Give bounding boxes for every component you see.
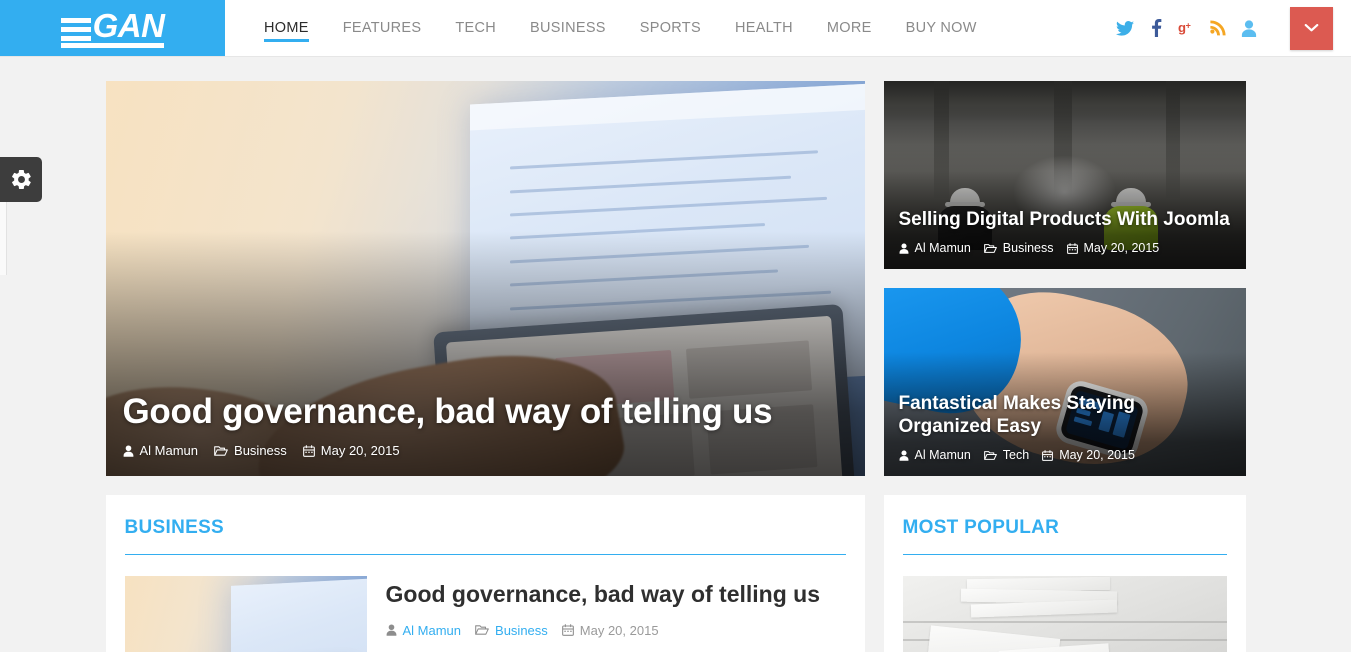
calendar-icon bbox=[1066, 242, 1078, 254]
business-article-body: Good governance, bad way of telling us A… bbox=[386, 576, 846, 652]
most-popular-heading: MOST POPULAR bbox=[902, 517, 1227, 555]
hero-caption: Good governance, bad way of telling us A… bbox=[106, 392, 865, 458]
settings-toggle-button[interactable] bbox=[0, 157, 42, 202]
business-article-thumbnail[interactable] bbox=[124, 576, 367, 652]
user-icon bbox=[386, 624, 396, 636]
hero-featured-article[interactable]: Good governance, bad way of telling us A… bbox=[105, 81, 865, 476]
twitter-icon[interactable] bbox=[1116, 19, 1134, 37]
hero-meta: Al Mamun Business May 20, 2015 bbox=[123, 443, 848, 458]
business-article-date-label: May 20, 2015 bbox=[579, 622, 659, 638]
business-panel: BUSINESS Good governance, bad way of tel… bbox=[105, 495, 865, 652]
side-card-title[interactable]: Selling Digital Products With Joomla bbox=[899, 209, 1231, 232]
svg-text:+: + bbox=[1186, 21, 1191, 31]
hero-category[interactable]: Business bbox=[214, 443, 287, 458]
side-card-author-label: Al Mamun bbox=[914, 241, 971, 255]
side-card-category[interactable]: Tech bbox=[983, 448, 1030, 462]
nav-item-buy-now[interactable]: BUY NOW bbox=[889, 0, 994, 56]
side-card-fantastical[interactable]: Fantastical Makes Staying Organized Easy… bbox=[883, 288, 1246, 476]
business-panel-heading: BUSINESS bbox=[124, 517, 846, 555]
side-card-author[interactable]: Al Mamun bbox=[899, 448, 971, 462]
calendar-icon bbox=[302, 444, 315, 457]
calendar-icon bbox=[561, 624, 574, 636]
main-nav: HOME FEATURES TECH BUSINESS SPORTS HEALT… bbox=[247, 0, 994, 56]
side-card-caption: Fantastical Makes Staying Organized Easy… bbox=[884, 393, 1246, 462]
nav-item-sports[interactable]: SPORTS bbox=[623, 0, 718, 56]
user-icon bbox=[899, 449, 908, 461]
social-links: g + bbox=[1116, 19, 1276, 37]
side-card-selling-digital-products[interactable]: Selling Digital Products With Joomla Al … bbox=[883, 81, 1246, 269]
side-card-category[interactable]: Business bbox=[983, 241, 1054, 255]
site-logo[interactable]: GAN bbox=[0, 0, 225, 56]
page-content: Good governance, bad way of telling us A… bbox=[0, 57, 1351, 652]
side-card-category-label: Tech bbox=[1002, 448, 1030, 462]
hero-title[interactable]: Good governance, bad way of telling us bbox=[123, 392, 848, 431]
nav-item-more[interactable]: MORE bbox=[810, 0, 889, 56]
site-header: GAN HOME FEATURES TECH BUSINESS SPORTS H… bbox=[0, 0, 1351, 57]
hero-date-label: May 20, 2015 bbox=[320, 443, 400, 458]
user-icon[interactable] bbox=[1240, 19, 1258, 37]
side-card-title[interactable]: Fantastical Makes Staying Organized Easy bbox=[899, 393, 1231, 439]
nav-item-business[interactable]: BUSINESS bbox=[513, 0, 623, 56]
nav-item-tech[interactable]: TECH bbox=[438, 0, 513, 56]
business-article-row: Good governance, bad way of telling us A… bbox=[124, 576, 846, 652]
business-article-date: May 20, 2015 bbox=[561, 622, 659, 638]
header-right: g + bbox=[1116, 0, 1351, 56]
business-article-category[interactable]: Business bbox=[475, 623, 548, 638]
nav-item-features[interactable]: FEATURES bbox=[326, 0, 439, 56]
side-card-meta: Al Mamun Tech May 20, 2015 bbox=[899, 448, 1231, 462]
business-article-author[interactable]: Al Mamun bbox=[386, 622, 462, 638]
side-card-date: May 20, 2015 bbox=[1042, 448, 1135, 462]
folder-open-icon bbox=[983, 450, 997, 460]
folder-open-icon bbox=[983, 243, 997, 253]
hero-date: May 20, 2015 bbox=[302, 443, 400, 458]
header-dropdown-button[interactable] bbox=[1290, 6, 1333, 50]
folder-open-icon bbox=[214, 445, 228, 456]
side-card-date: May 20, 2015 bbox=[1066, 241, 1160, 255]
folder-open-icon bbox=[475, 625, 489, 635]
most-popular-panel: MOST POPULAR bbox=[883, 495, 1246, 652]
nav-item-home[interactable]: HOME bbox=[247, 0, 326, 56]
facebook-icon[interactable] bbox=[1147, 19, 1165, 37]
side-card-category-label: Business bbox=[1002, 241, 1054, 255]
side-card-date-label: May 20, 2015 bbox=[1059, 448, 1135, 462]
business-article-meta: Al Mamun Business May 20, 2015 bbox=[386, 623, 846, 638]
rss-icon[interactable] bbox=[1209, 19, 1227, 37]
sidebar-column: Selling Digital Products With Joomla Al … bbox=[883, 81, 1246, 652]
business-article-author-label: Al Mamun bbox=[402, 622, 462, 638]
gear-icon bbox=[11, 170, 31, 189]
side-card-author-label: Al Mamun bbox=[914, 448, 971, 462]
nav-item-health[interactable]: HEALTH bbox=[718, 0, 810, 56]
side-card-date-label: May 20, 2015 bbox=[1083, 241, 1160, 255]
svg-text:g: g bbox=[1178, 20, 1186, 35]
google-plus-icon[interactable]: g + bbox=[1178, 19, 1196, 37]
user-icon bbox=[899, 242, 908, 254]
hero-author[interactable]: Al Mamun bbox=[123, 443, 199, 458]
side-card-meta: Al Mamun Business May 20, 2015 bbox=[899, 241, 1231, 255]
side-card-caption: Selling Digital Products With Joomla Al … bbox=[884, 209, 1246, 255]
business-article-category-label: Business bbox=[495, 622, 548, 638]
chevron-down-icon bbox=[1304, 23, 1319, 31]
most-popular-thumbnail[interactable] bbox=[902, 576, 1227, 652]
main-column: Good governance, bad way of telling us A… bbox=[105, 81, 865, 652]
side-card-author[interactable]: Al Mamun bbox=[899, 241, 971, 255]
settings-panel-edge bbox=[0, 202, 7, 275]
calendar-icon bbox=[1042, 449, 1054, 461]
logo-underline bbox=[60, 42, 165, 48]
hero-category-label: Business bbox=[234, 443, 287, 458]
hero-author-label: Al Mamun bbox=[139, 443, 199, 458]
user-icon bbox=[123, 444, 133, 457]
business-article-title[interactable]: Good governance, bad way of telling us bbox=[386, 579, 846, 610]
